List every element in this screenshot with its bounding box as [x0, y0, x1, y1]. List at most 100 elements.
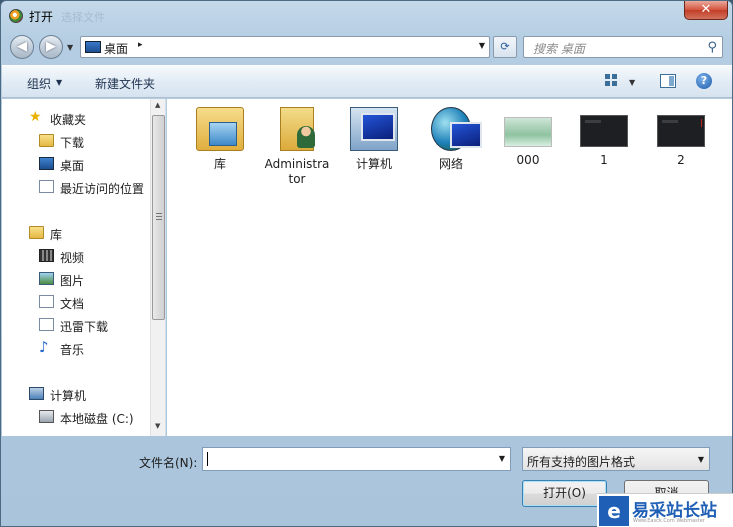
file-item-libraries[interactable]: 库: [187, 107, 253, 172]
sidebar-item-label: 桌面: [60, 159, 85, 173]
chevron-down-icon[interactable]: ▼: [698, 455, 704, 464]
library-icon: [29, 226, 44, 239]
file-type-value: 所有支持的图片格式: [527, 455, 636, 469]
chevron-down-icon[interactable]: ▼: [56, 78, 62, 87]
dark-image-thumbnail: [657, 115, 705, 147]
scrollbar-thumb[interactable]: [152, 115, 165, 320]
sidebar-item-label: 库: [50, 228, 63, 242]
file-item-1[interactable]: 1: [571, 107, 637, 168]
breadcrumb-desktop[interactable]: 桌面: [104, 40, 128, 57]
file-name: 1: [600, 153, 608, 167]
filename-label: 文件名(N):: [139, 456, 198, 470]
sidebar-item-label: 图片: [60, 274, 85, 288]
desktop-icon: [39, 157, 54, 170]
address-dropdown-icon[interactable]: ▼: [479, 41, 485, 50]
view-options-dropdown-icon[interactable]: ▼: [629, 78, 635, 87]
file-name: 网络: [438, 157, 463, 171]
star-icon: ★: [29, 109, 42, 125]
file-name: 000: [516, 153, 540, 167]
sidebar-item-pictures[interactable]: 图片: [2, 269, 150, 289]
title-ghost-text: 选择文件: [61, 11, 105, 24]
close-button[interactable]: ✕: [684, 1, 728, 20]
address-bar[interactable]: 桌面 ▸ ▼: [80, 36, 490, 58]
music-icon: ♪: [39, 338, 49, 356]
site-watermark: e 易采站长站 Www.Easck.Com Webmaster: [597, 493, 733, 527]
thunder-download-icon: [39, 318, 54, 331]
refresh-button[interactable]: ⟳: [493, 36, 517, 58]
library-folder-icon: [196, 107, 244, 151]
search-icon[interactable]: ⚲: [707, 40, 717, 55]
video-icon: [39, 249, 54, 262]
scroll-down-icon[interactable]: ▼: [155, 422, 160, 430]
sidebar-item-recent-places[interactable]: 最近访问的位置: [2, 177, 150, 197]
dark-image-thumbnail: [580, 115, 628, 147]
preview-pane-icon[interactable]: [660, 74, 676, 88]
file-item-administrator[interactable]: Administrator: [264, 107, 330, 187]
sidebar-item-label: 音乐: [60, 343, 85, 357]
file-name: 计算机: [355, 157, 392, 171]
window-title: 打开: [29, 10, 54, 24]
network-icon: [431, 107, 482, 151]
documents-icon: [39, 295, 54, 308]
command-bar: 组织 ▼ 新建文件夹 ▼ ?: [2, 65, 732, 98]
back-button[interactable]: ◀: [10, 35, 34, 59]
computer-icon: [350, 107, 398, 151]
pictures-icon: [39, 272, 54, 285]
sidebar-item-label: 最近访问的位置: [60, 182, 145, 196]
organize-button[interactable]: 组织: [27, 75, 51, 92]
computer-icon: [29, 387, 44, 400]
sidebar-item-documents[interactable]: 文档: [2, 292, 150, 312]
sidebar-item-label: 下载: [60, 136, 85, 150]
arrow-right-icon: ▶: [46, 39, 56, 54]
sidebar-item-music[interactable]: ♪ 音乐: [2, 338, 150, 358]
search-input[interactable]: 搜索 桌面 ⚲: [523, 36, 723, 58]
sidebar-item-label: 收藏夹: [50, 113, 87, 127]
scroll-up-icon[interactable]: ▲: [155, 101, 160, 109]
filename-input[interactable]: ▼: [202, 447, 511, 471]
file-item-2[interactable]: 2: [648, 107, 714, 168]
user-folder-icon: [280, 107, 315, 151]
sidebar-item-label: 计算机: [50, 389, 87, 403]
filename-history-dropdown-icon[interactable]: ▼: [499, 454, 505, 463]
sidebar-item-downloads[interactable]: 下载: [2, 131, 150, 151]
file-type-select[interactable]: 所有支持的图片格式 ▼: [522, 447, 710, 471]
navigation-pane: ★ 收藏夹 下载 桌面 最近访问的位置 库 视频 图片 文档 迅雷下载 ♪ 音乐…: [2, 99, 166, 436]
navigation-scrollbar[interactable]: ▲ ▼: [150, 99, 165, 436]
desktop-icon: [85, 41, 101, 53]
sidebar-item-thunder-downloads[interactable]: 迅雷下载: [2, 315, 150, 335]
open-button[interactable]: 打开(O): [522, 480, 607, 507]
download-folder-icon: [39, 134, 54, 147]
recent-pages-dropdown[interactable]: ▼: [67, 43, 73, 52]
sidebar-item-libraries[interactable]: 库: [2, 223, 150, 243]
file-list: 库 Administrator 计算机 网络 000 1 2: [167, 99, 732, 436]
file-name: 库: [213, 157, 226, 171]
title-bar: 打开 选择文件 ✕: [1, 1, 732, 31]
breadcrumb-separator-icon[interactable]: ▸: [138, 40, 143, 50]
sidebar-item-local-disk-c[interactable]: 本地磁盘 (C:): [2, 407, 150, 427]
sidebar-item-label: 视频: [60, 251, 85, 265]
file-name: 2: [677, 153, 685, 167]
file-item-computer[interactable]: 计算机: [341, 107, 407, 172]
app-icon: [9, 9, 23, 23]
image-thumbnail: [504, 117, 552, 147]
sidebar-item-label: 文档: [60, 297, 85, 311]
sidebar-item-favorites[interactable]: ★ 收藏夹: [2, 108, 150, 128]
arrow-left-icon: ◀: [17, 39, 27, 54]
change-view-icon[interactable]: [605, 74, 619, 88]
file-item-network[interactable]: 网络: [418, 107, 484, 172]
sidebar-item-videos[interactable]: 视频: [2, 246, 150, 266]
disk-icon: [39, 410, 54, 423]
search-placeholder: 搜索 桌面: [533, 42, 585, 56]
file-item-000[interactable]: 000: [495, 107, 561, 168]
new-folder-button[interactable]: 新建文件夹: [95, 75, 155, 92]
sidebar-item-label: 本地磁盘 (C:): [60, 412, 134, 426]
help-icon[interactable]: ?: [696, 73, 712, 89]
sidebar-item-desktop[interactable]: 桌面: [2, 154, 150, 174]
grip-icon: [156, 213, 162, 220]
watermark-subtitle: Www.Easck.Com Webmaster: [633, 518, 705, 524]
sidebar-item-computer[interactable]: 计算机: [2, 384, 150, 404]
file-name: Administrator: [264, 157, 330, 186]
recent-places-icon: [39, 180, 54, 193]
site-logo-icon: e: [599, 496, 629, 526]
forward-button[interactable]: ▶: [39, 35, 63, 59]
